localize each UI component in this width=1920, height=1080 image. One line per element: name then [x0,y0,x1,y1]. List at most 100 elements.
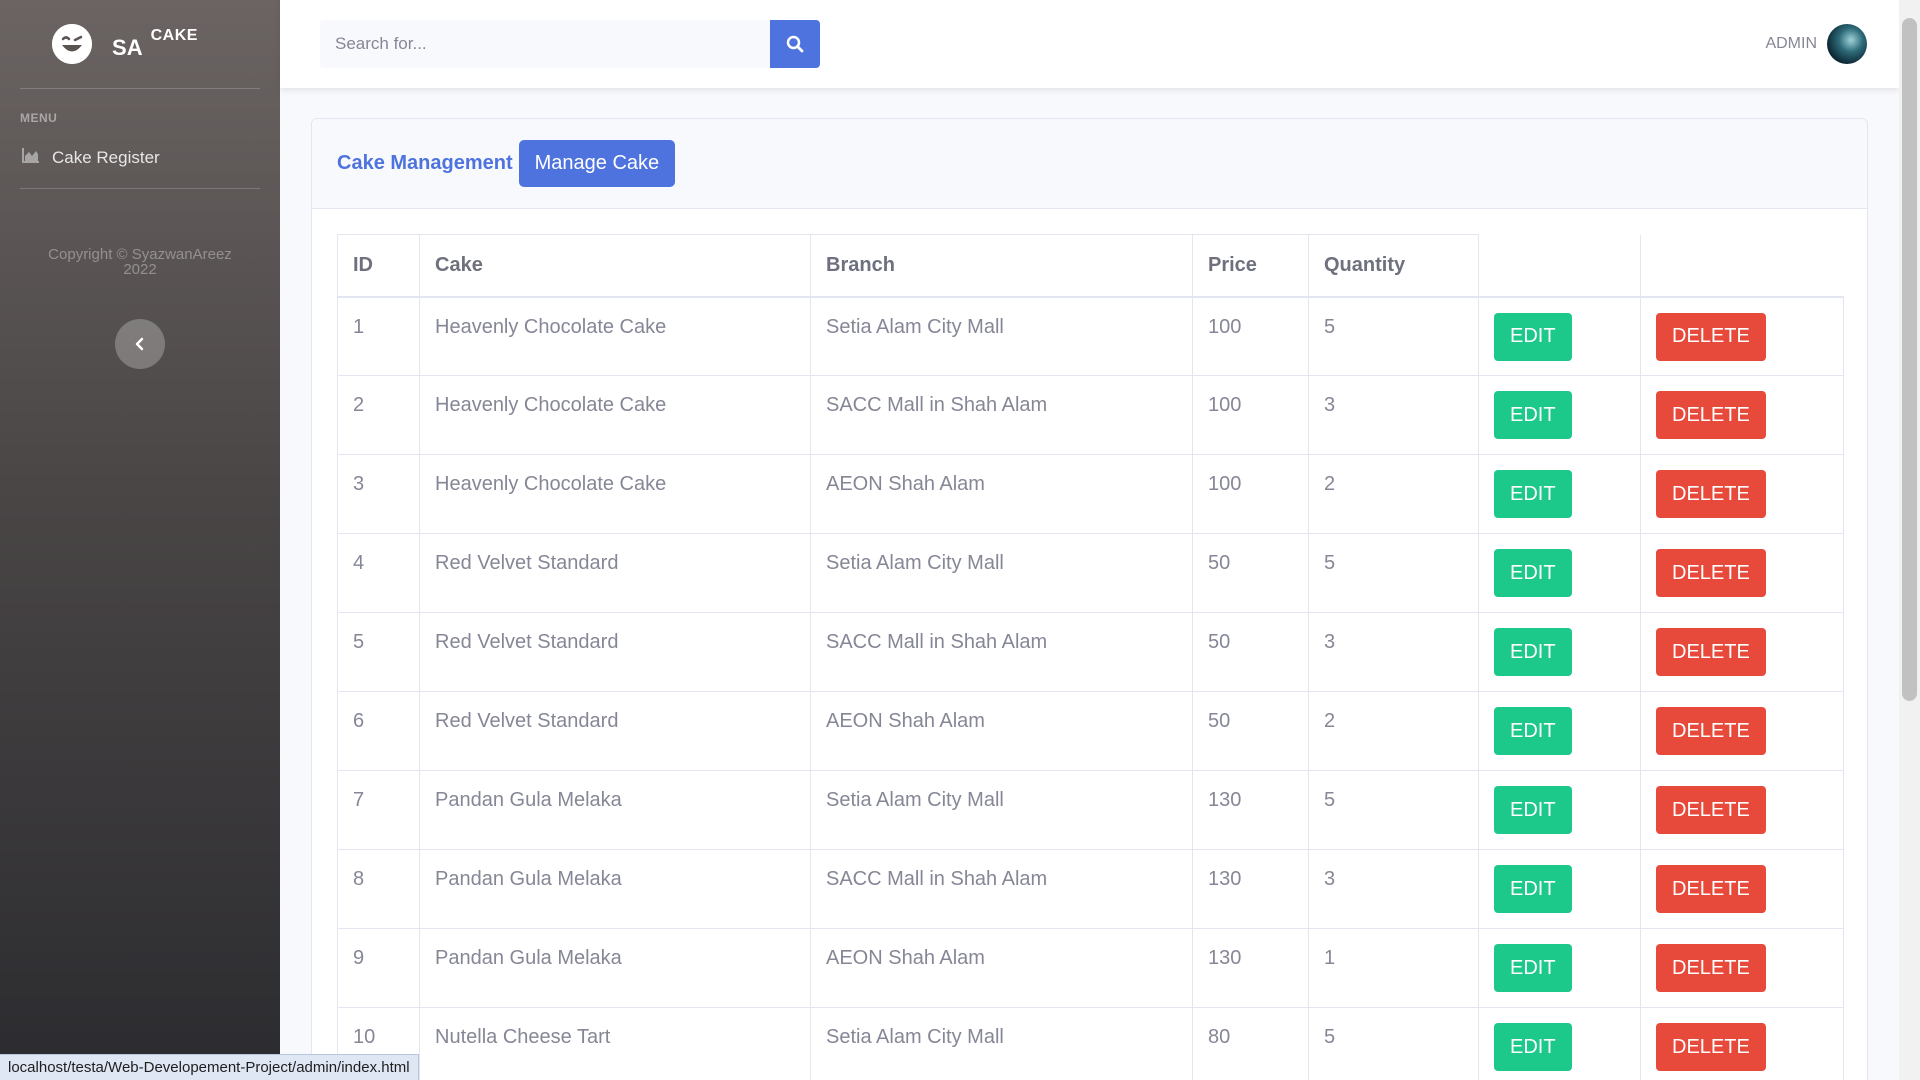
search-form [320,20,820,68]
avatar [1827,24,1867,64]
cell-cake: Heavenly Chocolate Cake [419,454,811,534]
delete-button[interactable]: DELETE [1656,549,1766,597]
cell-id: 4 [337,533,420,613]
sidebar-item-label: Cake Register [52,147,160,167]
sidebar-toggle-button[interactable] [115,319,165,369]
column-header-price: Price [1192,234,1309,298]
cell-edit: EDIT [1478,691,1641,771]
brand-sub: CAKE [150,27,198,44]
cell-delete: DELETE [1640,928,1844,1008]
cake-table: ID Cake Branch Price Quantity 1 Heavenly … [337,234,1844,1080]
cell-price: 100 [1192,375,1309,455]
table-header-row: ID Cake Branch Price Quantity [337,234,1844,298]
delete-button[interactable]: DELETE [1656,1023,1766,1071]
edit-button[interactable]: EDIT [1494,391,1572,439]
cell-price: 50 [1192,533,1309,613]
cell-edit: EDIT [1478,928,1641,1008]
table-row: 4 Red Velvet Standard Setia Alam City Mall… [337,533,1844,613]
sidebar: SA CAKE MENU Cake Register Copyright © S… [0,0,280,1080]
user-dropdown[interactable]: ADMIN [1765,24,1867,64]
topbar: ADMIN [280,0,1899,88]
cell-branch: Setia Alam City Mall [810,296,1193,376]
table-row: 3 Heavenly Chocolate Cake AEON Shah Alam 10… [337,454,1844,534]
delete-button[interactable]: DELETE [1656,944,1766,992]
cell-cake: Pandan Gula Melaka [419,928,811,1008]
cake-management-card: Cake Management Manage Cake ID Cake Bran… [311,118,1868,1080]
column-header-quantity: Quantity [1308,234,1479,298]
edit-button[interactable]: EDIT [1494,944,1572,992]
column-header-cake: Cake [419,234,811,298]
sidebar-item-cake-register[interactable]: Cake Register [0,135,280,188]
search-button[interactable] [770,20,820,68]
manage-cake-button[interactable]: Manage Cake [518,140,676,187]
edit-button[interactable]: EDIT [1494,786,1572,834]
cell-quantity: 3 [1308,612,1479,692]
cell-price: 50 [1192,612,1309,692]
table-row: 10 Nutella Cheese Tart Setia Alam City Mal… [337,1007,1844,1080]
sidebar-brand[interactable]: SA CAKE [0,0,280,88]
table-row: 9 Pandan Gula Melaka AEON Shah Alam 130 1 EDI… [337,928,1844,1008]
cell-quantity: 2 [1308,454,1479,534]
copyright: Copyright © SyazwanAreez 2022 [0,189,280,277]
user-name: ADMIN [1765,35,1817,52]
delete-button[interactable]: DELETE [1656,865,1766,913]
cell-branch: AEON Shah Alam [810,928,1193,1008]
table-row: 6 Red Velvet Standard AEON Shah Alam 50 2 EDI… [337,691,1844,771]
table-body: 1 Heavenly Chocolate Cake Setia Alam City … [337,296,1844,1080]
page-scrollbar[interactable] [1899,0,1920,1080]
delete-button[interactable]: DELETE [1656,470,1766,518]
brand-name: SA CAKE [112,27,198,61]
edit-button[interactable]: EDIT [1494,865,1572,913]
delete-button[interactable]: DELETE [1656,391,1766,439]
browser-status-bar: localhost/testa/Web-Developement-Project… [0,1054,419,1080]
cell-id: 3 [337,454,420,534]
cell-delete: DELETE [1640,296,1844,376]
cell-cake: Pandan Gula Melaka [419,849,811,929]
menu-heading: MENU [20,111,58,125]
cell-branch: SACC Mall in Shah Alam [810,849,1193,929]
cell-branch: SACC Mall in Shah Alam [810,612,1193,692]
edit-button[interactable]: EDIT [1494,628,1572,676]
cell-branch: SACC Mall in Shah Alam [810,375,1193,455]
cell-delete: DELETE [1640,454,1844,534]
chart-area-icon [22,147,40,168]
delete-button[interactable]: DELETE [1656,312,1766,361]
cell-edit: EDIT [1478,849,1641,929]
cell-price: 130 [1192,770,1309,850]
edit-button[interactable]: EDIT [1494,312,1572,361]
search-input[interactable] [320,20,770,68]
cell-edit: EDIT [1478,770,1641,850]
search-icon [786,35,804,53]
card-header: Cake Management Manage Cake [312,119,1867,209]
copyright-year: 2022 [123,261,157,278]
scrollbar-thumb[interactable] [1902,18,1917,701]
cell-edit: EDIT [1478,612,1641,692]
cell-edit: EDIT [1478,454,1641,534]
cell-edit: EDIT [1478,1007,1641,1080]
cell-price: 130 [1192,849,1309,929]
cell-branch: AEON Shah Alam [810,454,1193,534]
edit-button[interactable]: EDIT [1494,549,1572,597]
cell-branch: Setia Alam City Mall [810,533,1193,613]
edit-button[interactable]: EDIT [1494,470,1572,518]
cell-cake: Heavenly Chocolate Cake [419,296,811,376]
table-row: 5 Red Velvet Standard SACC Mall in Shah Al… [337,612,1844,692]
table-wrapper: ID Cake Branch Price Quantity 1 Heavenly … [312,209,1867,1080]
cell-cake: Pandan Gula Melaka [419,770,811,850]
cell-delete: DELETE [1640,691,1844,771]
cell-delete: DELETE [1640,849,1844,929]
cell-edit: EDIT [1478,533,1641,613]
delete-button[interactable]: DELETE [1656,628,1766,676]
copyright-text: Copyright © SyazwanAreez [48,246,232,263]
cell-price: 80 [1192,1007,1309,1080]
column-header-id: ID [337,234,420,298]
cell-cake: Nutella Cheese Tart [419,1007,811,1080]
cell-quantity: 3 [1308,375,1479,455]
delete-button[interactable]: DELETE [1656,786,1766,834]
card-title: Cake Management [337,152,513,174]
delete-button[interactable]: DELETE [1656,707,1766,755]
edit-button[interactable]: EDIT [1494,707,1572,755]
chevron-left-icon [135,337,144,351]
table-row: 2 Heavenly Chocolate Cake SACC Mall in Sha… [337,375,1844,455]
edit-button[interactable]: EDIT [1494,1023,1572,1071]
